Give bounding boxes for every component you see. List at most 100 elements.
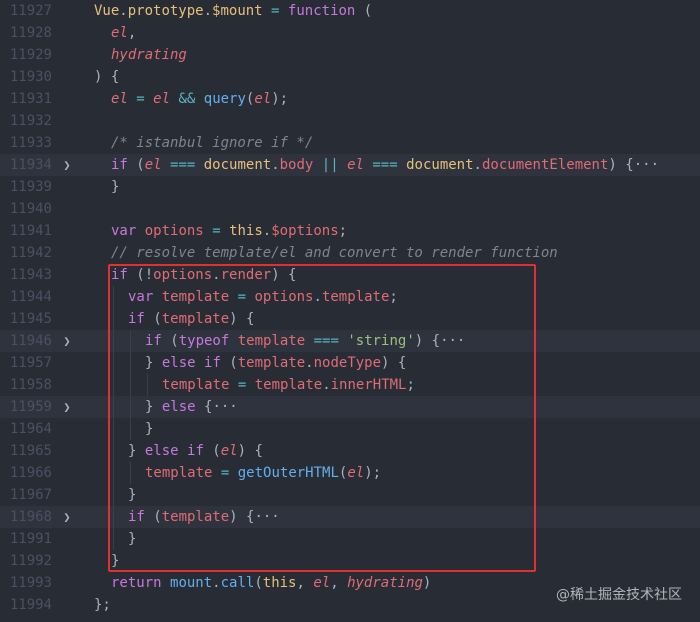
line-number: 11946 <box>9 333 52 349</box>
chevron-right-icon[interactable]: ❯ <box>60 154 74 176</box>
code-line[interactable]: 11943 if (!options.render) { <box>0 264 700 286</box>
code-token: document <box>406 157 474 173</box>
code-token: template <box>237 333 306 349</box>
code-text: hydrating <box>111 44 187 66</box>
code-editor[interactable]: 11927 Vue.prototype.$mount = function (11… <box>0 0 700 622</box>
code-token: ); <box>364 465 382 481</box>
code-token: ) { <box>381 355 407 371</box>
code-token: } <box>128 487 137 503</box>
indent-guide <box>113 330 114 352</box>
code-line[interactable]: 11968 ❯ if (template) {··· <box>0 506 700 528</box>
code-line[interactable]: 11931 el = el && query(el); <box>0 88 700 110</box>
chevron-right-icon[interactable]: ❯ <box>60 396 74 418</box>
folded-ellipsis[interactable]: ··· <box>212 399 237 415</box>
code-token: ( <box>355 3 373 19</box>
code-line[interactable]: 11967} <box>0 484 700 506</box>
code-line[interactable]: 11957} else if (template.nodeType) { <box>0 352 700 374</box>
code-token: document <box>203 157 272 173</box>
code-line[interactable]: 11992} <box>0 550 700 572</box>
code-line[interactable]: 11991} <box>0 528 700 550</box>
line-number: 11927 <box>9 3 52 19</box>
code-line[interactable]: 11940 <box>0 198 700 220</box>
code-line[interactable]: 11945 if (template) { <box>0 308 700 330</box>
code-token: template <box>145 465 213 481</box>
code-line[interactable]: 11944 var template = options.template; <box>0 286 700 308</box>
code-text: if (el === document.body || el === docum… <box>111 154 659 176</box>
code-token: template <box>162 377 230 393</box>
code-token: documentElement <box>481 157 609 173</box>
indent-guide <box>130 418 131 440</box>
code-token: ) { <box>94 69 120 85</box>
line-number: 11958 <box>9 377 52 393</box>
code-line[interactable]: 11928 el, <box>0 22 700 44</box>
code-token: ) { <box>237 443 263 459</box>
folded-ellipsis[interactable]: ··· <box>634 157 659 173</box>
chevron-right-icon[interactable]: ❯ <box>60 506 74 528</box>
indent-guide <box>113 484 114 506</box>
code-token: /* istanbul ignore if */ <box>111 135 314 151</box>
code-token: template <box>161 311 230 327</box>
code-line[interactable]: 11958 template = template.innerHTML; <box>0 374 700 396</box>
code-token: el <box>220 443 238 459</box>
code-line[interactable]: 11932 <box>0 110 700 132</box>
code-token: = <box>136 91 145 107</box>
code-token: options <box>254 289 314 305</box>
code-line[interactable]: 11933 /* istanbul ignore if */ <box>0 132 700 154</box>
code-line[interactable]: 11927 Vue.prototype.$mount = function ( <box>0 0 700 22</box>
chevron-right-icon[interactable]: ❯ <box>60 330 74 352</box>
code-token: { <box>195 399 213 415</box>
code-token: mount <box>170 575 213 591</box>
line-number: 11932 <box>9 113 52 129</box>
code-token: } <box>128 531 137 547</box>
code-token: $options <box>271 223 339 239</box>
code-line[interactable]: 11966 template = getOuterHTML(el); <box>0 462 700 484</box>
code-line[interactable]: 11929 hydrating <box>0 44 700 66</box>
code-token: options <box>153 267 213 283</box>
code-line[interactable]: 11934 ❯ if (el === document.body || el ===… <box>0 154 700 176</box>
code-text: if (template) {··· <box>128 506 280 528</box>
code-text: }; <box>94 594 111 616</box>
code-line[interactable]: 11939} <box>0 176 700 198</box>
code-line[interactable]: 11941 var options = this.$options; <box>0 220 700 242</box>
code-token: Vue <box>94 3 120 19</box>
code-token: ( <box>127 157 145 173</box>
line-number: 11991 <box>9 531 52 547</box>
code-token: } <box>145 355 162 371</box>
code-token: el <box>347 157 364 173</box>
code-token: el <box>313 575 331 591</box>
code-token: . <box>271 157 280 173</box>
code-token: } <box>128 443 145 459</box>
code-line[interactable]: 11965} else if (el) { <box>0 440 700 462</box>
code-token: else <box>144 443 179 459</box>
indent-guide <box>130 352 131 374</box>
folded-ellipsis[interactable]: ··· <box>254 509 279 525</box>
code-text: } <box>111 176 119 198</box>
code-line[interactable]: 11946 ❯ if (typeof template === 'string') … <box>0 330 700 352</box>
indent-guide <box>113 528 114 550</box>
folded-ellipsis[interactable]: ··· <box>440 333 465 349</box>
code-token: } <box>145 421 154 437</box>
code-token: el <box>347 465 365 481</box>
code-text: ) { <box>94 66 119 88</box>
line-number: 11940 <box>9 201 52 217</box>
code-line[interactable]: 11964} <box>0 418 700 440</box>
code-token: else <box>161 355 196 371</box>
code-token: || <box>321 157 339 173</box>
code-token: ; <box>389 289 398 305</box>
code-token: === <box>313 333 339 349</box>
code-token: getOuterHTML <box>237 465 339 481</box>
code-line[interactable]: 11942 // resolve template/el and convert … <box>0 242 700 264</box>
code-line[interactable]: 11930) { <box>0 66 700 88</box>
code-line[interactable]: 11959 ❯} else {··· <box>0 396 700 418</box>
code-token: (! <box>127 267 154 283</box>
line-number: 11992 <box>9 553 52 569</box>
indent-guide <box>130 374 131 396</box>
indent-guide <box>113 506 114 528</box>
